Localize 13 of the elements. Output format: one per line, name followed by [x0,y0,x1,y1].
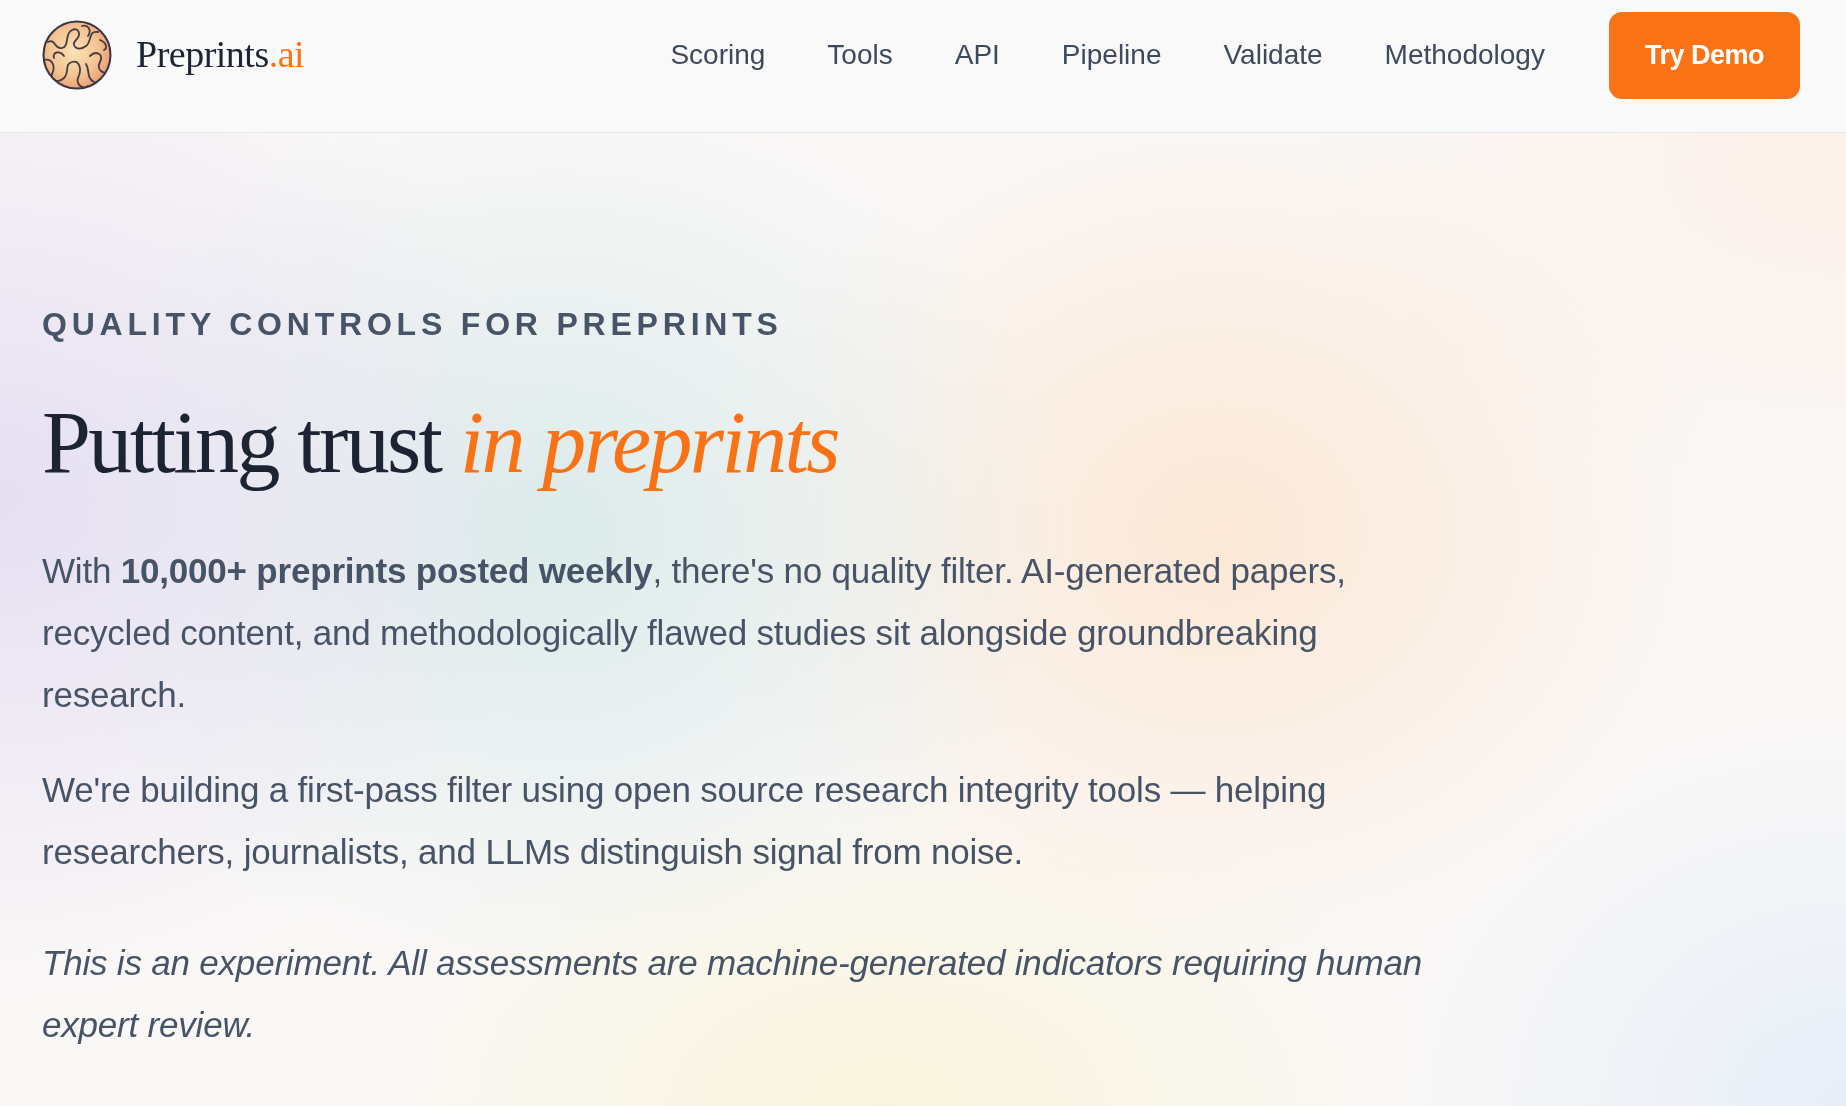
eyebrow-text: QUALITY CONTROLS FOR PREPRINTS [42,305,783,344]
nav-link[interactable]: Tools [827,38,893,72]
nav-link[interactable]: Pipeline [1061,38,1162,72]
nav-link[interactable]: Methodology [1384,38,1545,72]
intro-paragraph: With 10,000+ preprints posted weekly, there's no quality filter. AI-generated papers, recycled content, and methodologically flawed studies sit alongside groundbreaking research. [42,550,1347,717]
brand-name-link[interactable]: Preprints.ai [136,34,305,76]
disclaimer-note: This is an experiment. All assessments are machine-generated indicators requiring human expert review. [42,942,1424,1047]
nav-link[interactable]: Validate [1223,38,1323,72]
swirl-logo-icon [42,20,112,90]
hero-heading: Putting trust in preprints [42,395,838,493]
intro-paragraph: We're building a first-pass filter using open source research integrity tools — helping researchers, journalists, and LLMs distinguish signal from noise. [42,769,1328,874]
nav-link[interactable]: Scoring [670,38,766,72]
nav-link[interactable]: API [954,38,1000,72]
